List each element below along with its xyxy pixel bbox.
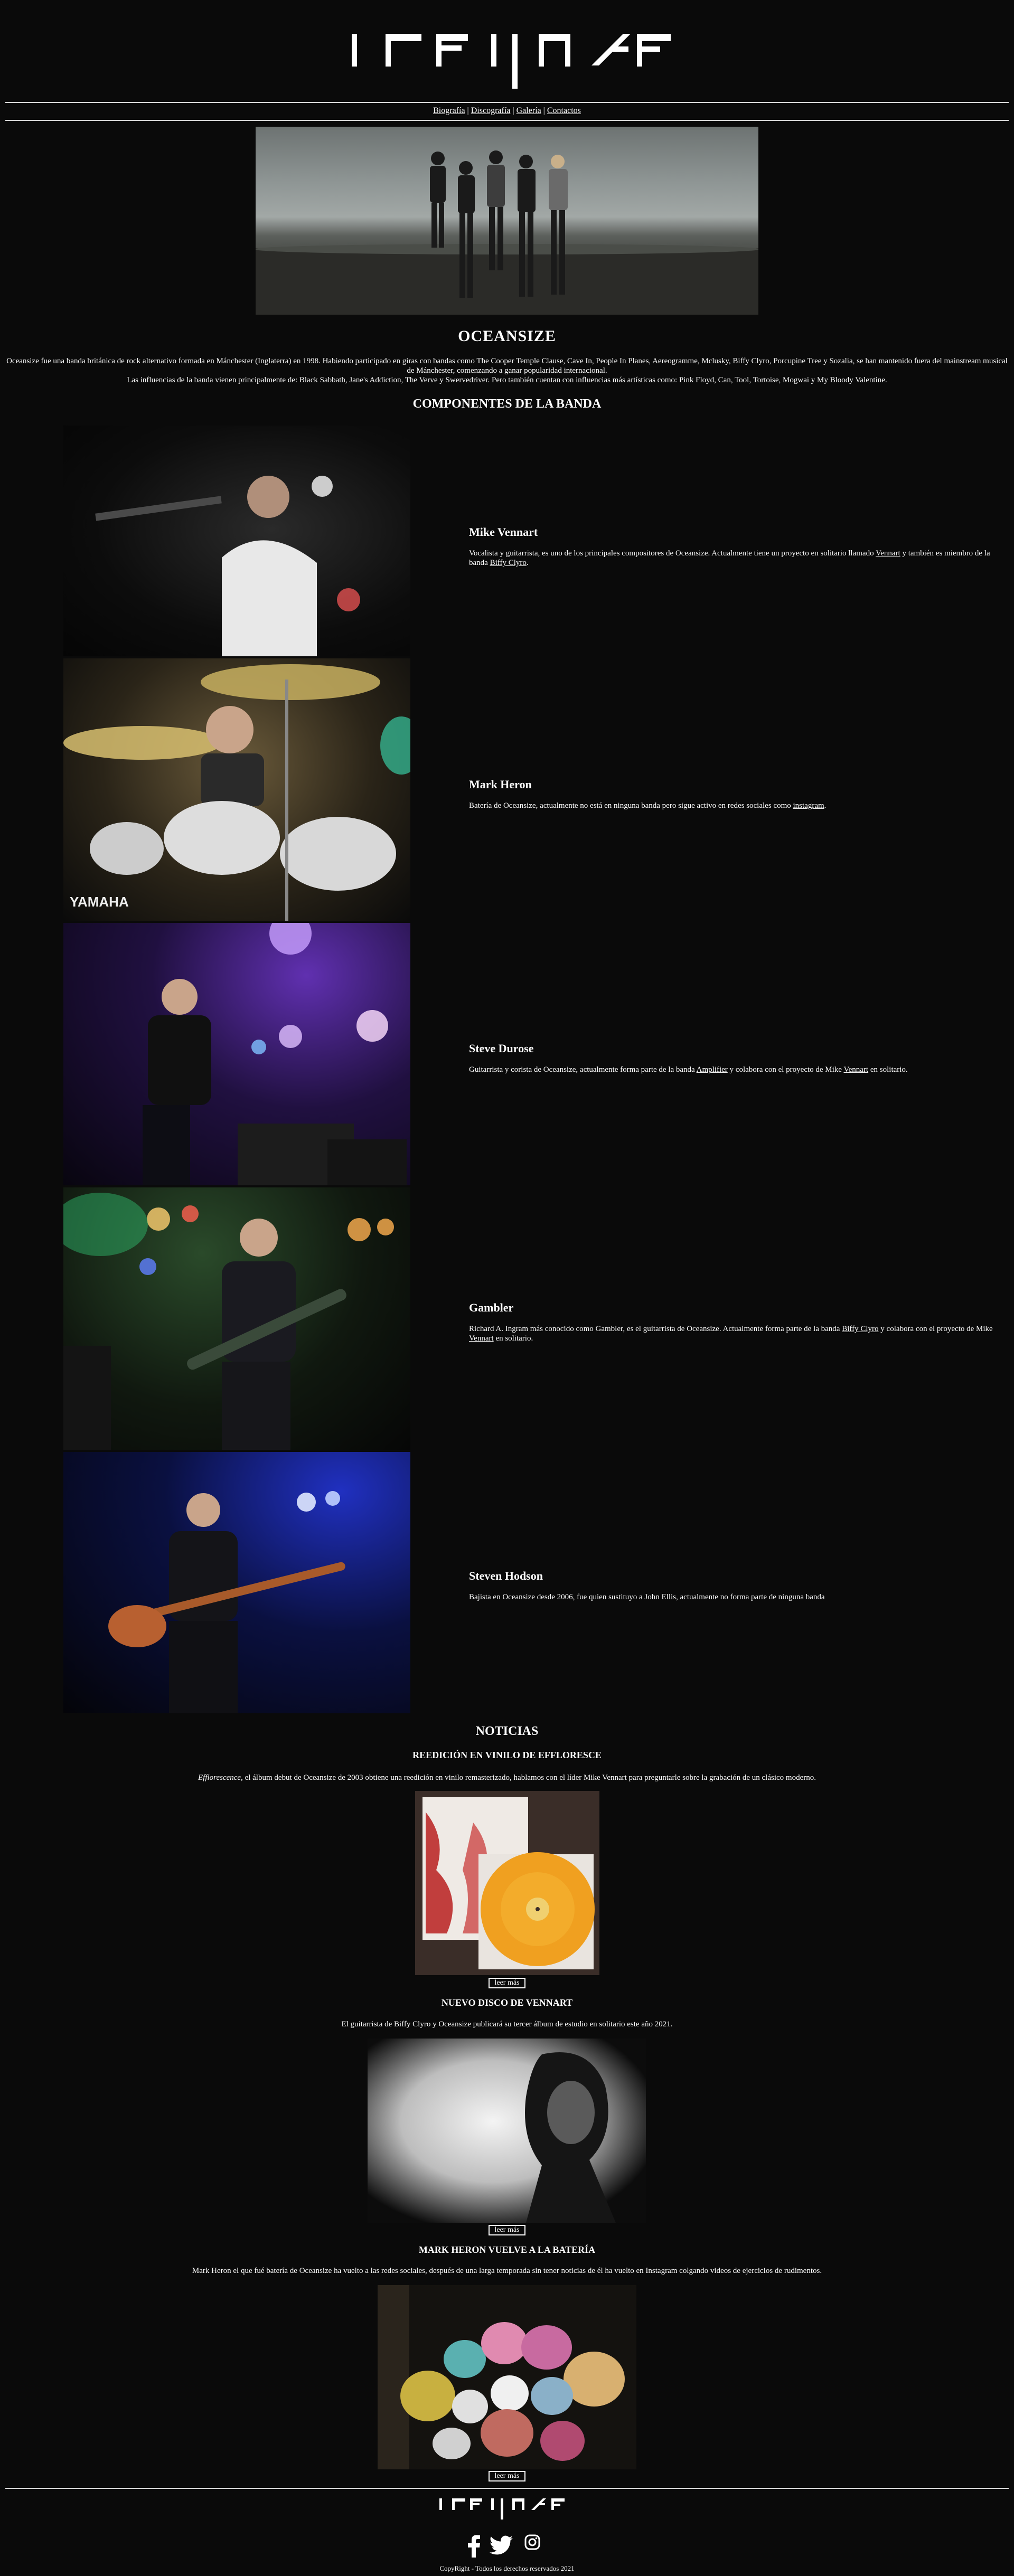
news-item-title: MARK HERON VUELVE A LA BATERÍA bbox=[418, 2244, 596, 2255]
band-hero-image bbox=[256, 127, 758, 315]
nav-item-discografia[interactable]: Discografía bbox=[471, 106, 511, 115]
site-logo[interactable] bbox=[317, 15, 697, 89]
twitter-icon[interactable] bbox=[489, 2534, 514, 2558]
news-item-title: NUEVO DISCO DE VENNART bbox=[441, 1997, 573, 2008]
news-item-text: Mark Heron el que fué batería de Oceansi… bbox=[192, 2267, 822, 2275]
read-more-button[interactable]: leer más bbox=[489, 2225, 525, 2235]
nav-separator: | bbox=[512, 106, 514, 115]
news-title: NOTICIAS bbox=[475, 1724, 539, 1738]
read-more-button[interactable]: leer más bbox=[489, 2471, 525, 2481]
header-divider-bottom bbox=[5, 120, 1009, 121]
member-description: Guitarrista y corista de Oceansize, actu… bbox=[469, 1065, 1008, 1074]
nav-item-biografia[interactable]: Biografía bbox=[433, 106, 465, 115]
member-description-text: . bbox=[526, 559, 529, 567]
member-description: Batería de Oceansize, actualmente no est… bbox=[469, 801, 1008, 810]
news-item-title: REEDICIÓN EN VINILO DE EFFLORESCE bbox=[412, 1750, 602, 1760]
news-item-body: , el álbum debut de Oceansize de 2003 ob… bbox=[241, 1773, 816, 1782]
member-description-text: Guitarrista y corista de Oceansize, actu… bbox=[469, 1065, 697, 1074]
member-description-text: . bbox=[824, 801, 827, 810]
band-intro: Oceansize fue una banda británica de roc… bbox=[5, 356, 1009, 385]
nav-item-contactos[interactable]: Contactos bbox=[547, 106, 581, 115]
nav-separator: | bbox=[467, 106, 469, 115]
facebook-icon[interactable] bbox=[466, 2534, 481, 2558]
news-image-efflorescence-vinyl bbox=[415, 1791, 599, 1975]
read-more-button[interactable]: leer más bbox=[489, 1978, 525, 1988]
footer-logo[interactable] bbox=[438, 2496, 576, 2520]
member-photo-mark-heron: YAMAHA bbox=[63, 658, 410, 921]
member-name: Mike Vennart bbox=[469, 525, 538, 539]
member-card-gambler: Gambler Richard A. Ingram más conocido c… bbox=[469, 1301, 1008, 1343]
link-vennart[interactable]: Vennart bbox=[843, 1065, 868, 1074]
link-amplifier[interactable]: Amplifier bbox=[697, 1065, 728, 1074]
copyright-text: CopyRight - Todos los derechos reservado… bbox=[439, 2564, 575, 2572]
member-name: Mark Heron bbox=[469, 778, 532, 791]
member-description-text: Vocalista y guitarrista, es uno de los p… bbox=[469, 549, 876, 558]
member-description: Bajista en Oceansize desde 2006, fue qui… bbox=[469, 1593, 825, 1601]
member-card-mark-heron: Mark Heron Batería de Oceansize, actualm… bbox=[469, 778, 1008, 810]
member-description-text: y colabora con el proyecto de Mike bbox=[727, 1065, 844, 1074]
member-name: Gambler bbox=[469, 1301, 514, 1314]
album-name: Efflorescence bbox=[198, 1773, 241, 1782]
link-vennart[interactable]: Vennart bbox=[876, 549, 900, 558]
member-description-text: en solitario. bbox=[493, 1334, 533, 1343]
instagram-icon[interactable] bbox=[524, 2534, 540, 2550]
nav-separator: | bbox=[543, 106, 545, 115]
header-divider-top bbox=[5, 102, 1009, 103]
member-photo-mike-vennart bbox=[63, 426, 410, 656]
members-title: COMPONENTES DE LA BANDA bbox=[412, 397, 602, 411]
news-image-vennart-portrait bbox=[368, 2039, 646, 2223]
member-description-text: Batería de Oceansize, actualmente no est… bbox=[469, 801, 793, 810]
link-instagram[interactable]: instagram bbox=[793, 801, 824, 810]
news-item-text: El guitarrista de Biffy Clyro y Oceansiz… bbox=[341, 2020, 673, 2028]
member-photo-gambler bbox=[63, 1187, 410, 1450]
news-image-drum-kit bbox=[378, 2285, 636, 2469]
member-description-text: Richard A. Ingram más conocido como Gamb… bbox=[469, 1325, 842, 1333]
member-card-mike-vennart: Mike Vennart Vocalista y guitarrista, es… bbox=[469, 525, 1008, 568]
member-photo-steve-durose bbox=[63, 923, 410, 1185]
link-vennart[interactable]: Vennart bbox=[469, 1334, 494, 1343]
member-description-text: y colabora con el proyecto de Mike bbox=[878, 1325, 993, 1333]
member-photo-steven-hodson bbox=[63, 1452, 410, 1713]
member-description: Richard A. Ingram más conocido como Gamb… bbox=[469, 1324, 1008, 1343]
news-item-text: Efflorescence, el álbum debut de Oceansi… bbox=[0, 1773, 1014, 1782]
band-influences-paragraph: Las influencias de la banda vienen princ… bbox=[127, 376, 887, 384]
svg-text:YAMAHA: YAMAHA bbox=[70, 894, 129, 910]
member-description: Vocalista y guitarrista, es uno de los p… bbox=[469, 549, 1008, 568]
band-title: OCEANSIZE bbox=[458, 327, 556, 345]
member-card-steven-hodson: Steven Hodson Bajista en Oceansize desde… bbox=[469, 1569, 1008, 1602]
member-description-text: en solitario. bbox=[868, 1065, 908, 1074]
main-nav: Biografía | Discografía | Galería | Contactos bbox=[0, 106, 1014, 116]
member-card-steve-durose: Steve Durose Guitarrista y corista de Oc… bbox=[469, 1042, 1008, 1074]
member-name: Steve Durose bbox=[469, 1042, 534, 1055]
footer-divider bbox=[5, 2488, 1009, 2489]
member-name: Steven Hodson bbox=[469, 1569, 543, 1582]
nav-item-galeria[interactable]: Galería bbox=[517, 106, 541, 115]
link-biffy-clyro[interactable]: Biffy Clyro bbox=[842, 1325, 878, 1333]
band-intro-paragraph: Oceansize fue una banda británica de roc… bbox=[6, 357, 1008, 375]
link-biffy-clyro[interactable]: Biffy Clyro bbox=[490, 559, 527, 567]
